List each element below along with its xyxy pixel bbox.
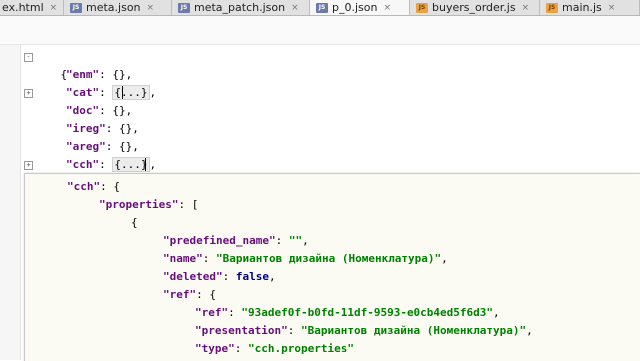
code-line: "cat": {...},: [66, 85, 157, 100]
tab-label: buyers_order.js: [432, 1, 516, 14]
json-key: "cch": [66, 158, 100, 171]
tab-buyers-order-js[interactable]: JS buyers_order.js ×: [410, 0, 540, 15]
code-line: "name": "Вариантов дизайна (Номенклатура…: [163, 252, 448, 265]
json-key: "doc": [66, 104, 100, 117]
code-line: "properties": [: [99, 198, 199, 211]
tab-label: main.js: [562, 1, 602, 14]
json-key: "enm": [66, 68, 100, 81]
editor-gutter: [0, 45, 21, 360]
code-token: {: [113, 180, 120, 193]
json-string: "": [288, 234, 303, 247]
json-string: "93adef0f-b0fd-11df-9593-e0cb4ed5f6d3": [241, 306, 494, 319]
code-line: "presentation": "Вариантов дизайна (Номе…: [195, 324, 533, 337]
tab-label: p_0.json: [332, 1, 378, 14]
breadcrumb-bar: [0, 16, 640, 45]
tab-label: meta_patch.json: [194, 1, 286, 14]
json-key: "type": [195, 342, 235, 355]
json-value: {},: [119, 140, 139, 153]
close-icon[interactable]: ×: [383, 3, 391, 13]
json-string: "Вариантов дизайна (Номенклатура)": [216, 252, 442, 265]
code-line: "areg": {},: [66, 140, 139, 153]
json-key: "ref": [195, 306, 229, 319]
code-line: {: [131, 214, 138, 232]
code-line: {: [34, 48, 68, 81]
json-string: "Вариантов дизайна (Номенклатура)": [300, 324, 527, 337]
json-key: "deleted": [163, 270, 223, 283]
close-icon[interactable]: ×: [147, 3, 155, 13]
json-value: {},: [112, 104, 133, 117]
json-string: "cch.properties": [248, 342, 354, 355]
mouse-ibeam-icon: [145, 158, 146, 171]
fold-marker-icon[interactable]: -: [24, 53, 33, 62]
json-key: "ireg": [66, 122, 106, 135]
close-icon[interactable]: ×: [291, 3, 299, 13]
collapsed-region[interactable]: {...}: [112, 157, 150, 172]
json-file-icon: JS: [316, 2, 328, 13]
code-token: {: [209, 288, 216, 301]
code-line: "deleted": false,: [163, 270, 276, 283]
json-key: "properties": [99, 198, 179, 211]
code-token: {: [131, 216, 138, 229]
json-key: "ref": [163, 288, 197, 301]
code-line: "ireg": {},: [66, 122, 139, 135]
json-key: "presentation": [195, 324, 288, 337]
code-line: "doc": {},: [66, 104, 133, 117]
code-line: "ref": "93adef0f-b0fd-11df-9593-e0cb4ed5…: [195, 306, 500, 319]
json-key: "areg": [66, 140, 106, 153]
json-file-icon: JS: [178, 2, 190, 13]
json-file-icon: JS: [70, 2, 82, 13]
expand-marker-icon[interactable]: +: [24, 89, 33, 98]
json-key: "cat": [66, 86, 100, 99]
code-token: ,: [149, 158, 157, 171]
code-line: "type": "cch.properties": [195, 342, 354, 355]
expand-marker-icon[interactable]: +: [24, 161, 33, 170]
code-line: "cch": {...},: [66, 157, 157, 172]
json-boolean: false: [235, 270, 269, 283]
json-key: "name": [163, 252, 203, 265]
code-line: "enm": {},: [66, 68, 133, 81]
code-line: "cch": {: [67, 180, 120, 193]
tab-main-js[interactable]: JS main.js ×: [540, 0, 640, 15]
collapsed-content-popup: "cch": { "properties": [ { "predefined_n…: [24, 173, 640, 361]
tab-meta-json[interactable]: JS meta.json ×: [64, 0, 172, 15]
tab-ex-html[interactable]: ex.html ×: [0, 0, 64, 15]
close-icon[interactable]: ×: [50, 3, 58, 13]
close-icon[interactable]: ×: [522, 3, 530, 13]
json-key: "cch": [67, 180, 101, 193]
json-key: "predefined_name": [163, 234, 276, 247]
json-value: {},: [112, 68, 133, 81]
code-line: "ref": {: [163, 288, 216, 301]
collapsed-region[interactable]: {...}: [112, 85, 150, 100]
js-file-icon: JS: [416, 2, 428, 13]
code-token: ,: [149, 86, 157, 99]
js-file-icon: JS: [546, 2, 558, 13]
tab-label: meta.json: [86, 1, 141, 14]
code-line: "predefined_name": "",: [163, 234, 309, 247]
json-value: {},: [119, 122, 139, 135]
tab-p-0-json[interactable]: JS p_0.json ×: [310, 0, 410, 15]
tab-meta-patch-json[interactable]: JS meta_patch.json ×: [172, 0, 310, 15]
editor-tab-bar: ex.html × JS meta.json × JS meta_patch.j…: [0, 0, 640, 16]
code-token: [: [191, 198, 199, 211]
close-icon[interactable]: ×: [608, 3, 616, 13]
text-caret: [122, 86, 123, 99]
tab-label: ex.html: [2, 1, 44, 14]
